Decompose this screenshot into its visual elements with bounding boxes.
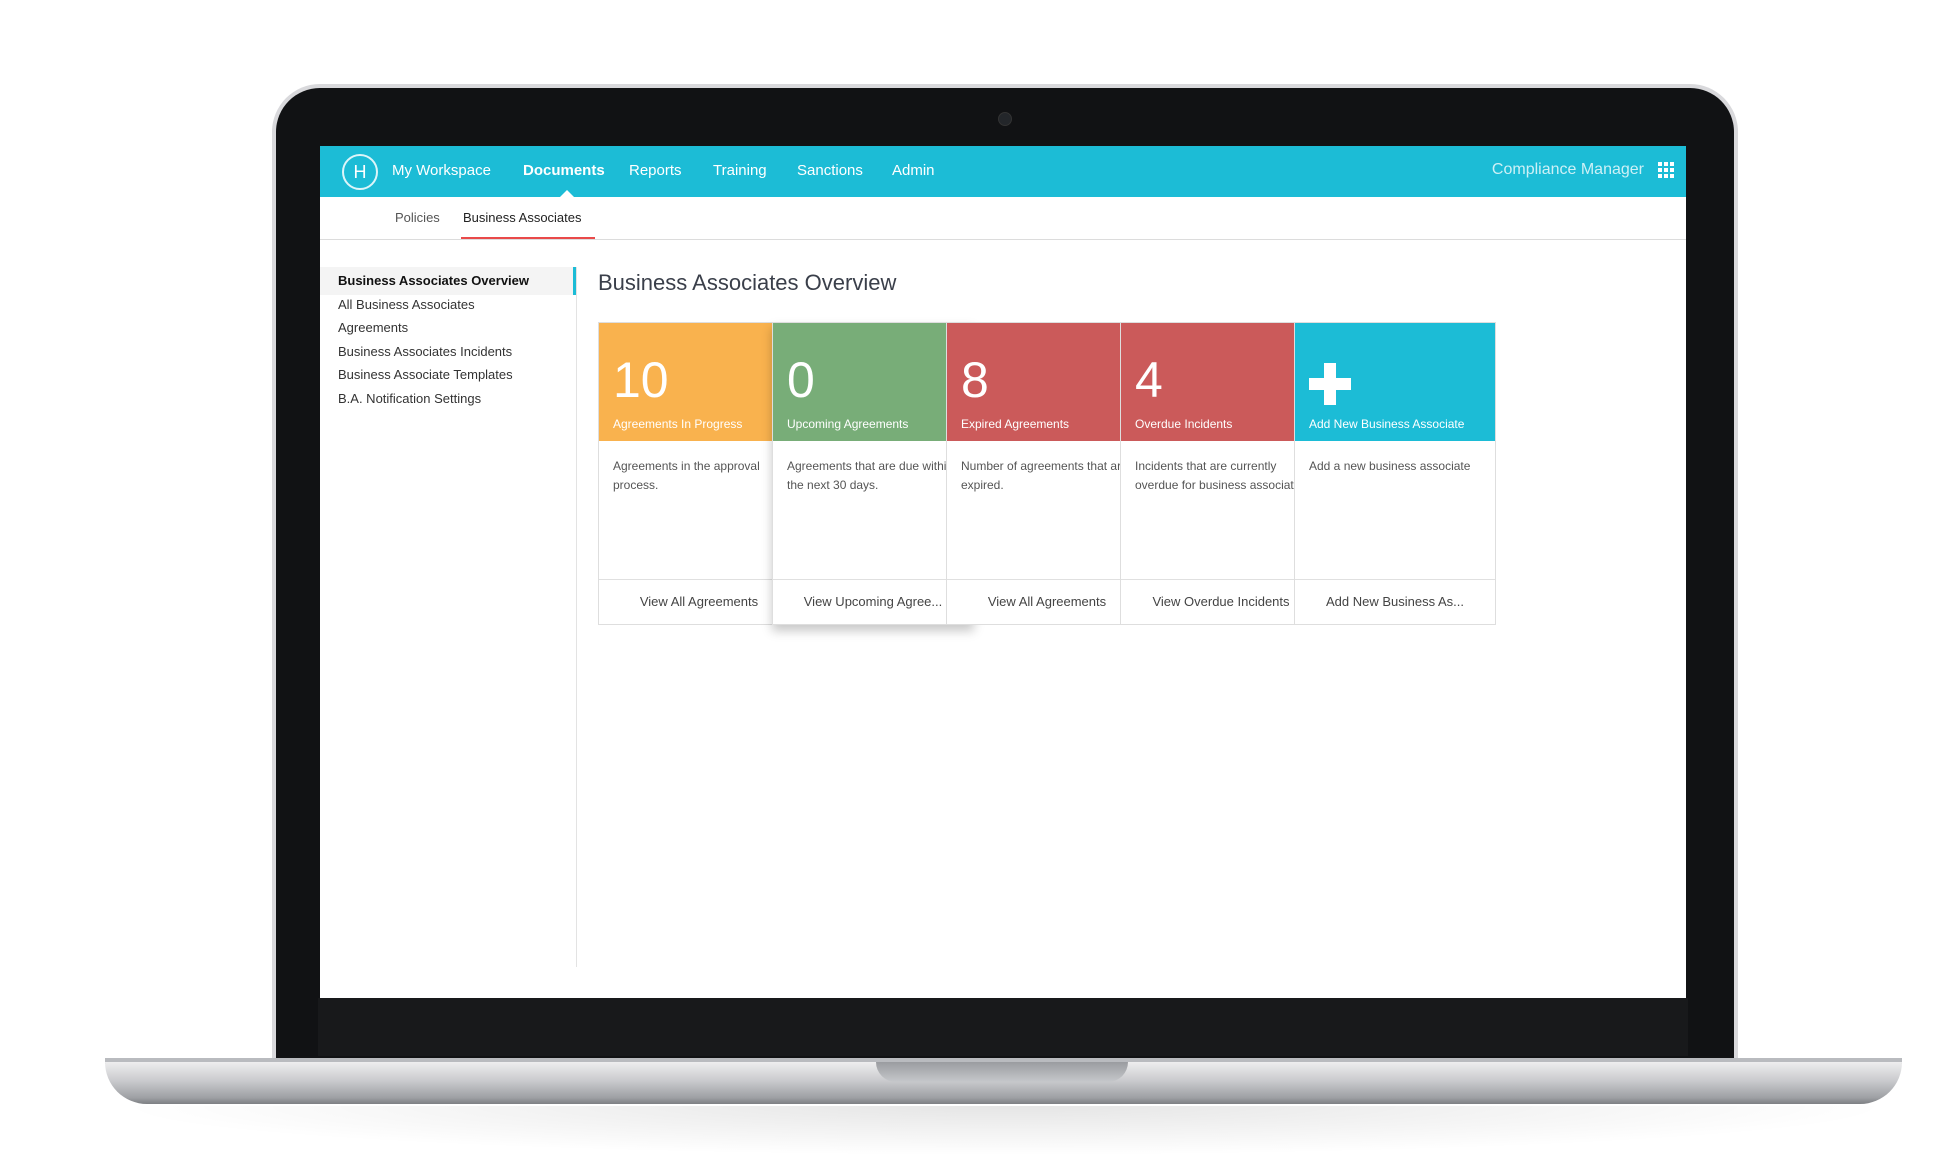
active-subnav-underline — [461, 237, 595, 239]
card-add-business-associate[interactable]: Add New Business Associate Add a new bus… — [1294, 322, 1496, 625]
card-header: 8 Expired Agreements — [947, 323, 1147, 441]
card-description: Number of agreements that are expired. — [961, 459, 1128, 492]
nav-sanctions[interactable]: Sanctions — [797, 162, 863, 179]
sidebar-item-overview[interactable]: Business Associates Overview — [338, 273, 529, 288]
nav-reports[interactable]: Reports — [629, 162, 682, 179]
nav-documents[interactable]: Documents — [523, 162, 605, 179]
card-header: 4 Overdue Incidents — [1121, 323, 1321, 441]
sub-navigation-bar: Policies Business Associates — [320, 197, 1686, 240]
card-upcoming-agreements: 0 Upcoming Agreements Agreements that ar… — [772, 322, 974, 625]
nav-admin[interactable]: Admin — [892, 162, 935, 179]
subnav-business-associates[interactable]: Business Associates — [463, 210, 582, 225]
logo-icon[interactable]: H — [342, 154, 378, 190]
card-count: 8 — [961, 352, 989, 408]
page-title: Business Associates Overview — [598, 270, 897, 295]
sidebar-item-all-business-associates[interactable]: All Business Associates — [338, 297, 475, 312]
card-label: Upcoming Agreements — [787, 417, 909, 431]
add-new-business-associate-button[interactable]: Add New Business As... — [1295, 579, 1495, 624]
sidebar-item-agreements[interactable]: Agreements — [338, 320, 408, 335]
card-header: 10 Agreements In Progress — [599, 323, 799, 441]
card-count: 4 — [1135, 352, 1163, 408]
view-expired-agreements-button[interactable]: View All Agreements — [947, 579, 1147, 624]
card-expired-agreements: 8 Expired Agreements Number of agreement… — [946, 322, 1148, 625]
card-label: Overdue Incidents — [1135, 417, 1233, 431]
nav-training[interactable]: Training — [713, 162, 767, 179]
card-label: Add New Business Associate — [1309, 417, 1465, 431]
card-agreements-in-progress: 10 Agreements In Progress Agreements in … — [598, 322, 800, 625]
view-overdue-incidents-button[interactable]: View Overdue Incidents — [1121, 579, 1321, 624]
card-count: 0 — [787, 352, 815, 408]
plus-icon[interactable] — [1309, 363, 1351, 405]
card-label: Expired Agreements — [961, 417, 1070, 431]
laptop-bezel-bottom — [318, 998, 1688, 1056]
card-description: Agreements in the approval process. — [613, 459, 760, 492]
card-label: Agreements In Progress — [613, 417, 743, 431]
sidebar: Business Associates Overview All Busines… — [320, 267, 577, 967]
sidebar-item-notification-settings[interactable]: B.A. Notification Settings — [338, 391, 481, 406]
grid-icon[interactable] — [1658, 162, 1674, 178]
webcam — [998, 112, 1012, 126]
subnav-policies[interactable]: Policies — [395, 210, 440, 225]
app-name: Compliance Manager — [1491, 161, 1644, 178]
view-upcoming-agreements-button[interactable]: View Upcoming Agree... — [773, 579, 973, 624]
top-navigation-bar: H My Workspace Documents Reports Trainin… — [320, 146, 1686, 198]
card-overdue-incidents: 4 Overdue Incidents Incidents that are c… — [1120, 322, 1322, 625]
card-description: Agreements that are due within the next … — [787, 459, 954, 492]
nav-my-workspace[interactable]: My Workspace — [392, 162, 491, 179]
card-header: 0 Upcoming Agreements — [773, 323, 973, 441]
sidebar-item-templates[interactable]: Business Associate Templates — [338, 367, 513, 382]
laptop-shadow — [110, 1106, 1900, 1156]
laptop-notch — [876, 1062, 1128, 1082]
app-screen: H My Workspace Documents Reports Trainin… — [320, 146, 1686, 998]
sidebar-item-incidents[interactable]: Business Associates Incidents — [338, 344, 512, 359]
card-description: Incidents that are currently overdue for… — [1135, 459, 1310, 492]
card-count: 10 — [613, 352, 669, 408]
card-description: Add a new business associate — [1309, 459, 1471, 473]
card-header[interactable]: Add New Business Associate — [1295, 323, 1495, 441]
view-all-agreements-button[interactable]: View All Agreements — [599, 579, 799, 624]
